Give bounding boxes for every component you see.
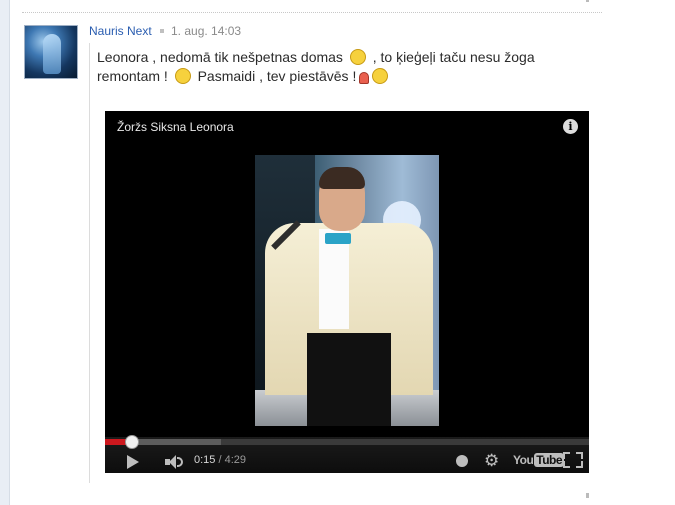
shocked-emoticon-icon: [349, 49, 366, 65]
gear-icon[interactable]: ⚙: [484, 452, 499, 469]
volume-icon[interactable]: [165, 455, 183, 469]
video-thumbnail[interactable]: [255, 155, 439, 426]
time-display: 0:15 / 4:29: [194, 454, 246, 466]
watch-later-icon[interactable]: [456, 455, 468, 467]
left-rail: [0, 0, 10, 505]
video-duration: 4:29: [224, 454, 247, 466]
flower-emoticon-icon: [359, 72, 370, 84]
time-separator: /: [215, 454, 225, 466]
avatar-figure: [43, 34, 61, 74]
info-icon[interactable]: i: [563, 119, 578, 134]
youtube-logo-tube: Tube: [534, 453, 565, 467]
author-avatar[interactable]: [24, 25, 78, 79]
video-title[interactable]: Žoržs Siksna Leonora: [117, 120, 234, 134]
comment-text-part-1: Leonora , nedomā tik nešpetnas domas: [97, 49, 343, 65]
thumbnail-singer-trousers: [307, 333, 391, 426]
top-divider: [22, 12, 602, 13]
reply-thread-line: [89, 43, 90, 483]
separator-dot: [160, 29, 164, 33]
progress-bar[interactable]: [105, 435, 589, 449]
comment-timestamp[interactable]: 1. aug. 14:03: [171, 24, 241, 38]
comment-text-part-3: Pasmaidi , tev piestāvēs !: [197, 68, 357, 84]
comment-text: Leonora , nedomā tik nešpetnas domas , t…: [97, 48, 567, 86]
play-icon[interactable]: [127, 455, 139, 469]
youtube-logo-you: You: [513, 453, 534, 467]
author-name-link[interactable]: Nauris Next: [89, 24, 152, 38]
grin-emoticon-icon: [174, 68, 191, 84]
smile-emoticon-icon: [372, 68, 389, 84]
thumbnail-bow-tie: [325, 233, 351, 244]
thumbnail-singer-hair: [319, 167, 365, 189]
bottom-marker: [586, 493, 589, 498]
fullscreen-icon[interactable]: [563, 452, 583, 468]
current-time: 0:15: [194, 454, 216, 466]
youtube-logo[interactable]: You Tube: [513, 453, 565, 467]
top-marker: [586, 0, 589, 2]
thumbnail-singer-shirt: [319, 229, 349, 329]
progress-scrubber-handle[interactable]: [125, 435, 140, 449]
youtube-video-player[interactable]: Žoržs Siksna Leonora i 0:15 / 4:29 ⚙ You…: [105, 111, 589, 473]
